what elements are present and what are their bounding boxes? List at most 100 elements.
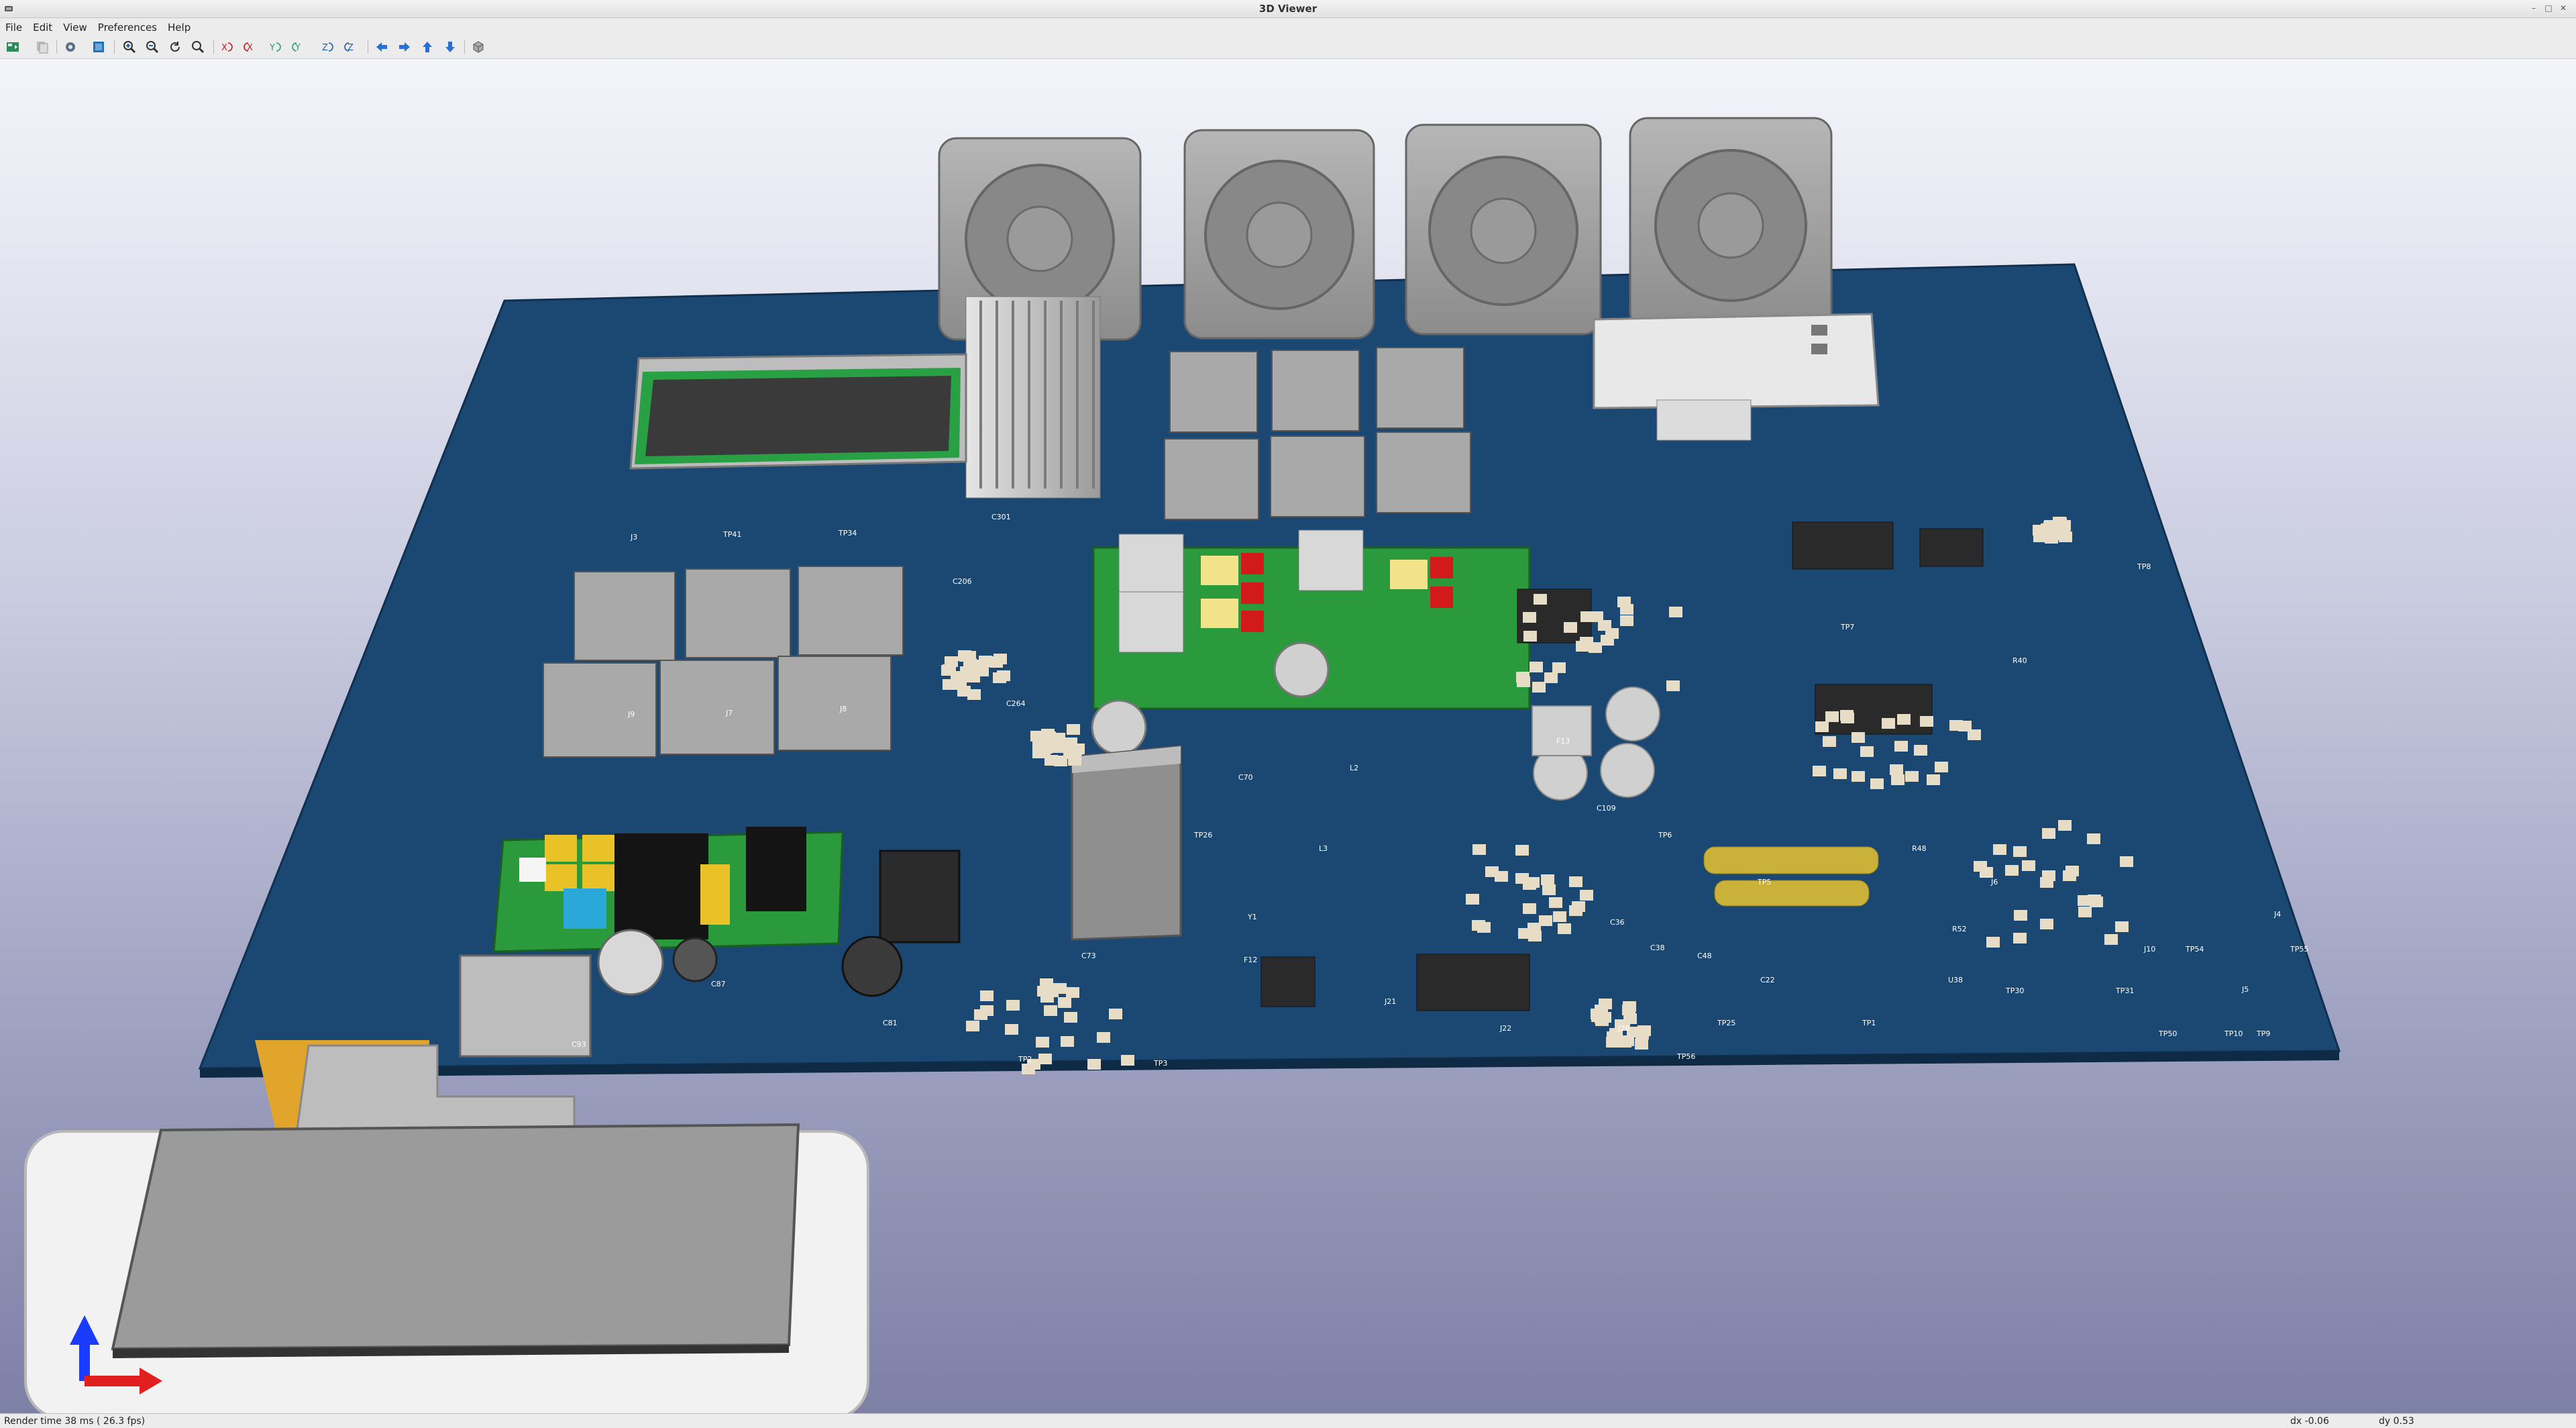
rotate-y-cw-icon[interactable]: Y [267,39,284,55]
smd-pad [1882,718,1895,729]
smd-pad [1569,876,1582,887]
smd-pad [2078,907,2092,917]
smd-pad [2056,523,2070,534]
smd-pad [1528,931,1542,941]
smd-pad [1870,778,1884,789]
smd-pad [1564,622,1577,633]
rotate-z-ccw-icon[interactable]: Z [341,39,358,55]
ref-label: L3 [1319,844,1328,853]
ref-label: J9 [627,710,635,719]
reload-board-icon[interactable] [4,39,21,55]
title-bar: 3D Viewer – □ ✕ [0,0,2576,18]
smd-pad [1485,866,1499,877]
ortho-view-icon[interactable] [470,39,487,55]
smd-pad [1638,1025,1651,1036]
ref-label: C109 [1597,804,1616,813]
smd-pad [1585,611,1598,622]
ref-label: TP41 [722,530,741,539]
smd-pad [966,1021,979,1031]
smd-pad [2120,856,2133,867]
smd-pad [1097,1032,1110,1043]
rotate-x-cw-icon[interactable]: X [219,39,236,55]
smd-pad [1032,737,1046,748]
smd-pad [1897,714,1911,725]
minimize-icon[interactable]: – [2529,3,2538,13]
smd-pad [1974,861,1987,872]
menu-file[interactable]: File [0,18,28,34]
render-time-text: Render time 38 ms ( 26.3 fps) [4,1416,146,1427]
pan-left-icon[interactable] [373,39,390,55]
smd-pad [1022,1064,1035,1074]
rotate-y-ccw-icon[interactable]: Y [288,39,306,55]
smd-pad [980,1005,994,1016]
pan-down-icon[interactable] [441,39,459,55]
ref-label: R40 [2012,656,2027,665]
menu-preferences[interactable]: Preferences [93,18,162,34]
zoom-in-icon[interactable] [121,39,138,55]
copy-image-icon[interactable] [34,39,51,55]
ref-label: TP1 [1862,1019,1876,1027]
heatsink [965,296,1101,499]
smd-pad [1576,641,1589,652]
smd-pad [1914,745,1927,756]
rotate-x-ccw-icon[interactable]: X [240,39,258,55]
smd-pad [1935,762,1948,772]
smd-pad [1635,1039,1648,1050]
smd-pad [2088,895,2101,905]
smd-pad [1058,997,1071,1008]
rotate-z-cw-icon[interactable]: Z [319,39,337,55]
smd-pad [1472,844,1486,855]
smd-pad [1005,1024,1018,1035]
pan-up-icon[interactable] [419,39,436,55]
ref-label: TP2 [1018,1055,1032,1064]
smd-pad [1532,682,1546,693]
menu-help[interactable]: Help [162,18,196,34]
electrolytic-capacitor [597,929,664,996]
zoom-out-icon[interactable] [144,39,161,55]
ref-label: R52 [1952,925,1967,933]
ref-label: C38 [1650,944,1665,952]
close-icon[interactable]: ✕ [2559,3,2568,13]
smd-pad [2005,865,2019,876]
ref-label: U38 [1948,976,1963,984]
ref-label: TP8 [2137,562,2151,571]
3d-scene[interactable]: C301 J3 TP41 TP34 J9 J7 J8 J6 J10 J4 J5 TP31 TP30 F12… [0,59,2576,1413]
dy-readout: dy 0.53 [2379,1416,2414,1427]
smd-pad [2042,870,2055,881]
maximize-icon[interactable]: □ [2544,3,2553,13]
3d-viewport[interactable]: C301 J3 TP41 TP34 J9 J7 J8 J6 J10 J4 J5 TP31 TP30 F12… [0,59,2576,1413]
smd-pad [1949,720,1963,731]
smd-pad [1544,672,1558,683]
zoom-fit-icon[interactable] [189,39,207,55]
ref-label: J5 [2241,985,2249,994]
smd-pad [2013,846,2027,857]
ref-label: TP7 [1840,623,1854,631]
render-options-icon[interactable] [62,39,79,55]
pan-right-icon[interactable] [396,39,413,55]
ref-label: TP31 [2115,986,2134,995]
smd-pad [1622,1005,1635,1015]
external-display-board [24,1040,869,1413]
smd-pad [1620,615,1633,626]
smd-pad [2063,870,2076,881]
smd-pad [1580,890,1593,901]
ref-label: TP6 [1658,831,1672,839]
ref-label: J3 [630,533,637,542]
ref-label: L2 [1350,764,1358,772]
ref-label: TP10 [2224,1029,2243,1038]
status-bar: Render time 38 ms ( 26.3 fps) dx -0.06 d… [0,1413,2576,1428]
smd-pad [1851,771,1865,782]
menu-edit[interactable]: Edit [28,18,58,34]
smd-pad [1601,635,1614,646]
smd-pad [1066,987,1079,998]
menu-view[interactable]: View [58,18,93,34]
svg-text:Z: Z [322,43,328,53]
smd-pad [1541,874,1554,885]
smd-pad [1927,774,1940,785]
smd-pad [1061,1036,1074,1047]
ref-label: TP9 [2256,1029,2270,1038]
redraw-icon[interactable] [166,39,184,55]
smd-pad [1477,922,1491,933]
raytrace-icon[interactable] [90,39,107,55]
ref-label: TP55 [2290,945,2308,954]
